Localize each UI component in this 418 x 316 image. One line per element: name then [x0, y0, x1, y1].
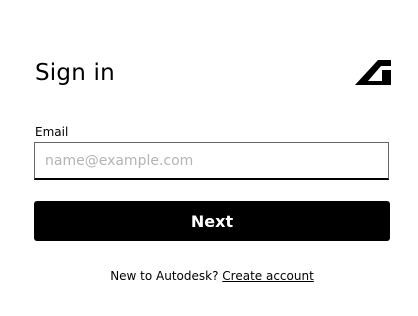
email-label: Email	[35, 125, 69, 139]
page-title: Sign in	[35, 60, 115, 86]
create-account-link[interactable]: Create account	[222, 269, 314, 283]
autodesk-logo-icon	[355, 60, 391, 85]
sign-in-card: Sign in Email Next New to Autodesk? Crea…	[0, 0, 418, 316]
signup-prompt: New to Autodesk? Create account	[0, 268, 418, 284]
next-button[interactable]: Next	[34, 201, 390, 241]
email-field[interactable]	[34, 142, 389, 180]
new-user-text: New to Autodesk?	[110, 269, 219, 283]
